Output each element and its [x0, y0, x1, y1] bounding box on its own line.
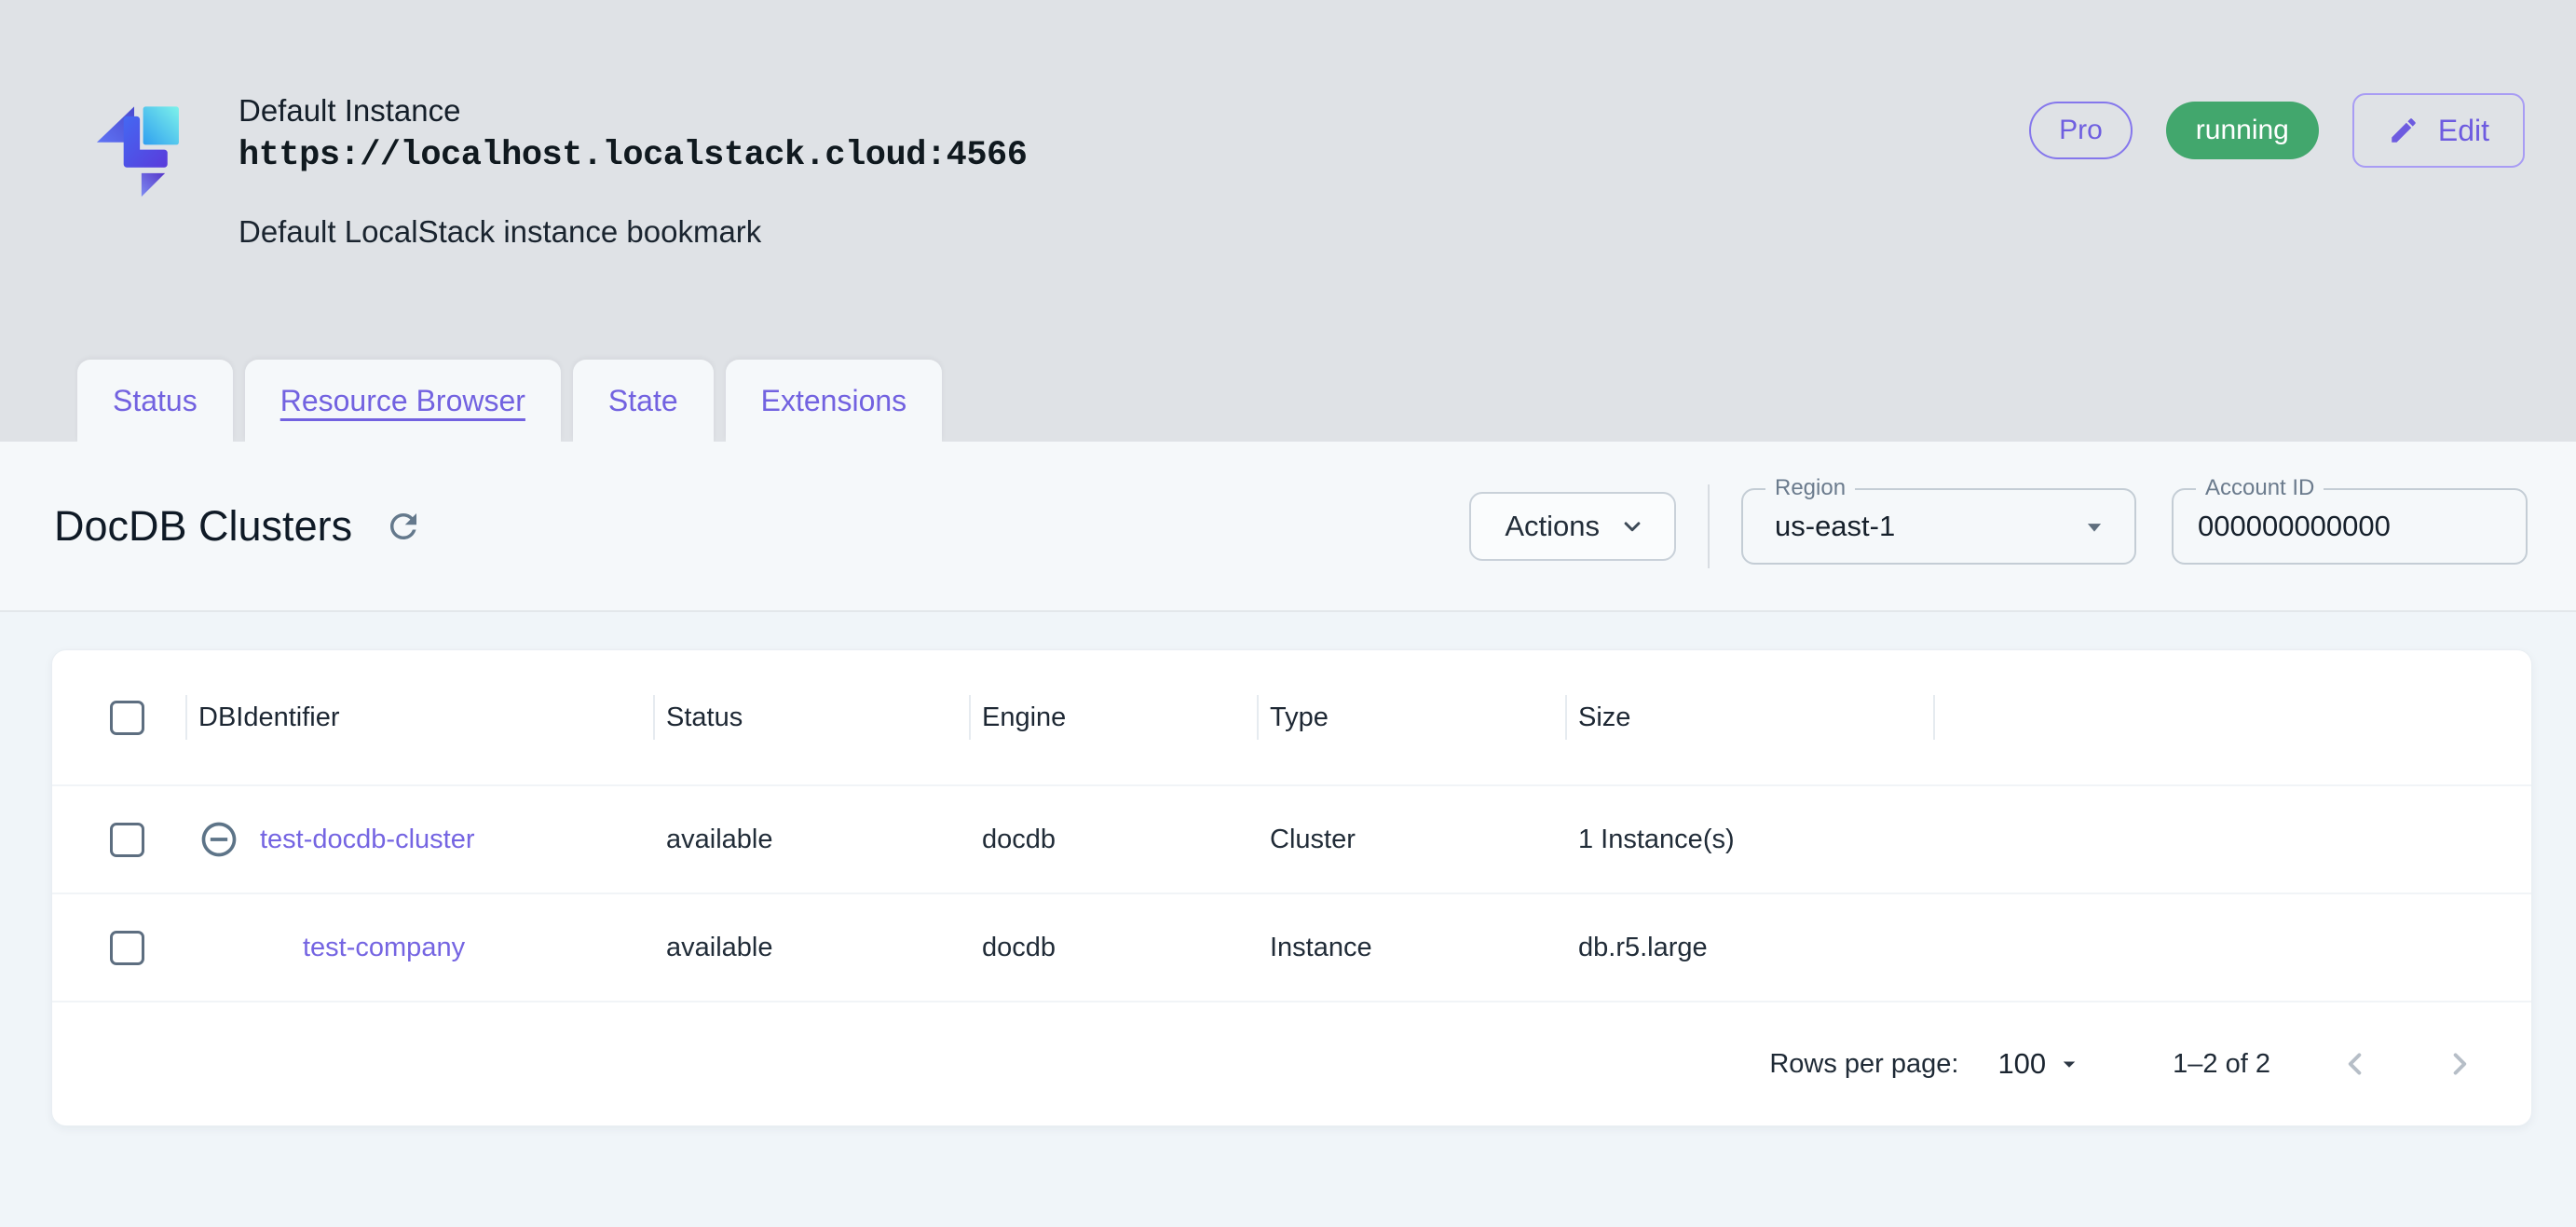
cell-engine: docdb: [982, 932, 1056, 962]
arrow-dropdown-icon: [2063, 1061, 2076, 1068]
resource-link[interactable]: test-docdb-cluster: [260, 825, 475, 855]
pro-badge: Pro: [2029, 102, 2133, 159]
row-checkbox[interactable]: [110, 930, 144, 965]
cell-size: 1 Instance(s): [1578, 824, 1735, 854]
cell-status: available: [666, 824, 773, 854]
cell-size: db.r5.large: [1578, 932, 1708, 962]
select-all-checkbox[interactable]: [110, 700, 144, 735]
column-header-type[interactable]: Type: [1257, 695, 1565, 740]
actions-button-label: Actions: [1505, 509, 1600, 542]
instance-tabbar: Status Resource Browser State Extensions: [0, 360, 2576, 442]
instance-header: Default Instance https://localhost.local…: [0, 0, 2576, 360]
pro-badge-label: Pro: [2059, 115, 2103, 145]
chevron-right-icon: [2453, 1053, 2467, 1075]
remove-circle-icon: [201, 822, 237, 857]
toolbar-divider: [1708, 484, 1710, 568]
instance-title: Default Instance: [239, 93, 461, 128]
resource-browser-main: DBIdentifier Status Engine Type Size tes…: [0, 612, 2576, 1227]
chevron-left-icon: [2348, 1053, 2362, 1075]
collapse-row-button[interactable]: [198, 819, 239, 860]
actions-button[interactable]: Actions: [1469, 491, 1676, 561]
tab-state-label: State: [607, 383, 678, 417]
column-header-engine[interactable]: Engine: [969, 695, 1257, 740]
tab-extensions-label: Extensions: [760, 383, 907, 417]
rows-per-page-label: Rows per page:: [1769, 1048, 1959, 1079]
region-select[interactable]: Region us-east-1: [1741, 474, 2136, 565]
refresh-button[interactable]: [384, 507, 423, 546]
tab-status[interactable]: Status: [77, 360, 233, 442]
tab-status-label: Status: [113, 383, 198, 417]
tab-state[interactable]: State: [572, 360, 714, 442]
row-checkbox[interactable]: [110, 822, 144, 857]
resource-link[interactable]: test-company: [303, 933, 465, 963]
rows-per-page-select[interactable]: 100: [1997, 1047, 2083, 1081]
previous-page-button[interactable]: [2336, 1044, 2375, 1084]
next-page-button[interactable]: [2440, 1044, 2479, 1084]
table-pagination: Rows per page: 100 1–2 of 2: [52, 1001, 2531, 1125]
instance-url: https://localhost.localstack.cloud:4566: [239, 136, 1028, 175]
column-header-actions: [1933, 695, 2531, 740]
instance-subtitle: Default LocalStack instance bookmark: [239, 214, 762, 249]
cell-type: Instance: [1270, 932, 1372, 962]
status-badge: running: [2165, 102, 2319, 159]
chevron-down-icon: [1624, 521, 1641, 531]
dropdown-arrow-icon: [2087, 523, 2102, 532]
column-header-dbidentifier[interactable]: DBIdentifier: [185, 695, 653, 740]
region-label: Region: [1765, 474, 1856, 501]
localstack-logo: [96, 106, 179, 198]
region-value: us-east-1: [1775, 509, 1896, 542]
table-header-row: DBIdentifier Status Engine Type Size: [52, 650, 2531, 784]
status-badge-label: running: [2195, 115, 2289, 145]
account-id-input[interactable]: [2198, 509, 2501, 543]
cell-status: available: [666, 932, 773, 962]
cell-engine: docdb: [982, 824, 1056, 854]
column-header-size[interactable]: Size: [1565, 695, 1933, 740]
tab-resource-browser-label: Resource Browser: [279, 383, 525, 417]
tab-resource-browser[interactable]: Resource Browser: [244, 360, 561, 442]
table-row-instance: test-company available docdb Instance db…: [52, 893, 2531, 1001]
column-header-status[interactable]: Status: [653, 695, 969, 740]
tab-extensions[interactable]: Extensions: [725, 360, 943, 442]
resource-toolbar: DocDB Clusters Actions Region us-east-1: [0, 442, 2576, 612]
rows-per-page-value: 100: [1997, 1047, 2047, 1080]
pencil-icon: [2392, 118, 2416, 143]
cell-type: Cluster: [1270, 824, 1356, 854]
pagination-range: 1–2 of 2: [2173, 1048, 2270, 1079]
edit-button[interactable]: Edit: [2351, 93, 2525, 168]
account-id-field: Account ID: [2172, 474, 2528, 565]
docdb-table-card: DBIdentifier Status Engine Type Size tes…: [51, 649, 2532, 1126]
edit-button-label: Edit: [2437, 113, 2489, 147]
table-row-cluster: test-docdb-cluster available docdb Clust…: [52, 784, 2531, 893]
account-id-label: Account ID: [2196, 474, 2324, 501]
refresh-icon: [390, 512, 417, 539]
localstack-app: Default Instance https://localhost.local…: [0, 0, 2576, 1227]
page-title: DocDB Clusters: [54, 501, 353, 550]
